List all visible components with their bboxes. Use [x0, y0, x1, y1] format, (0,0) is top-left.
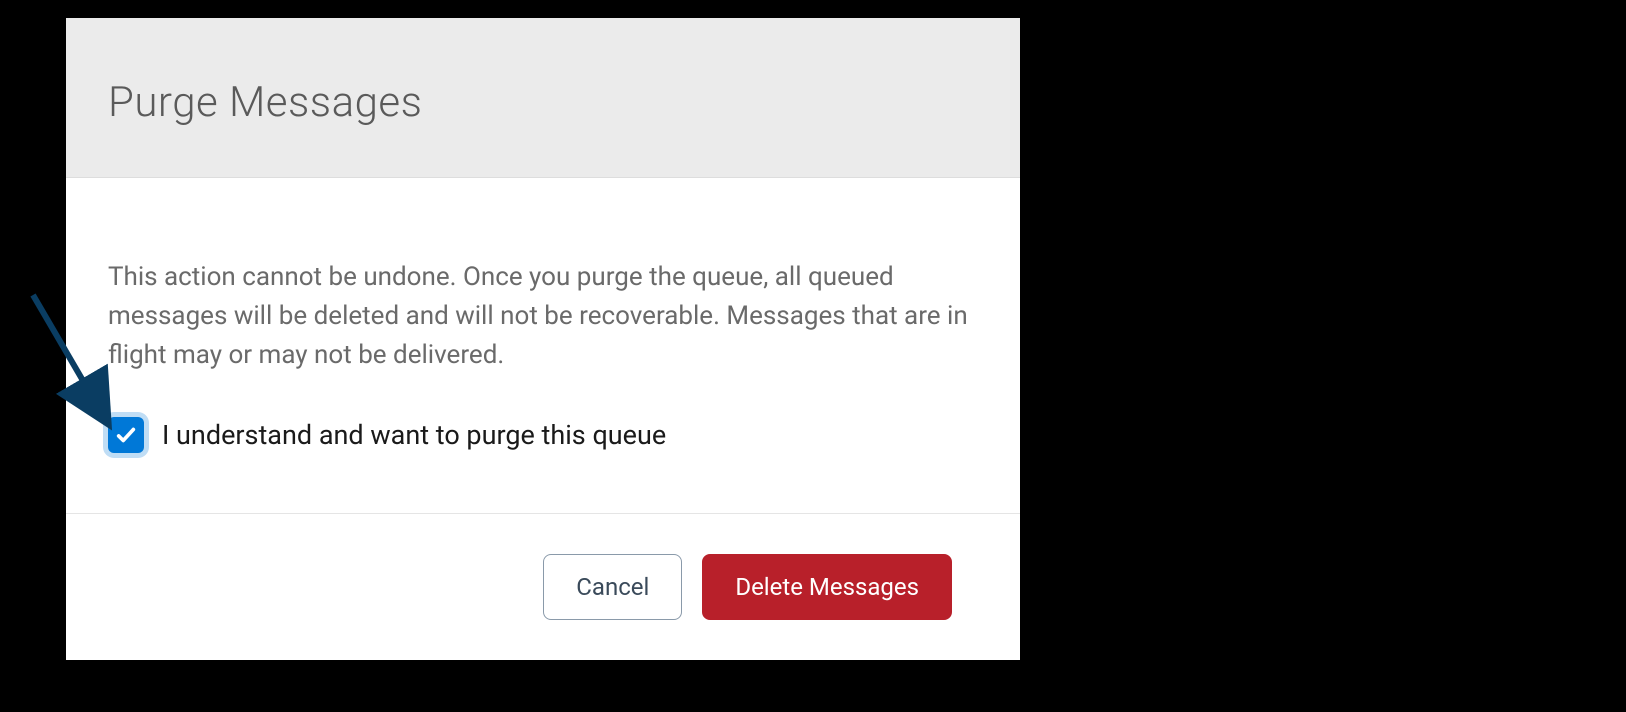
- modal-title: Purge Messages: [108, 78, 978, 127]
- cancel-button[interactable]: Cancel: [543, 554, 682, 620]
- confirm-checkbox[interactable]: [108, 417, 144, 453]
- checkmark-icon: [115, 424, 137, 446]
- confirm-checkbox-label[interactable]: I understand and want to purge this queu…: [162, 419, 666, 451]
- confirm-checkbox-row: I understand and want to purge this queu…: [108, 417, 978, 453]
- modal-footer: Cancel Delete Messages: [66, 514, 1020, 660]
- modal-body: This action cannot be undone. Once you p…: [66, 178, 1020, 514]
- modal-header: Purge Messages: [66, 18, 1020, 178]
- delete-messages-button[interactable]: Delete Messages: [702, 554, 952, 620]
- warning-text: This action cannot be undone. Once you p…: [108, 258, 978, 375]
- purge-messages-modal: Purge Messages This action cannot be und…: [66, 18, 1020, 660]
